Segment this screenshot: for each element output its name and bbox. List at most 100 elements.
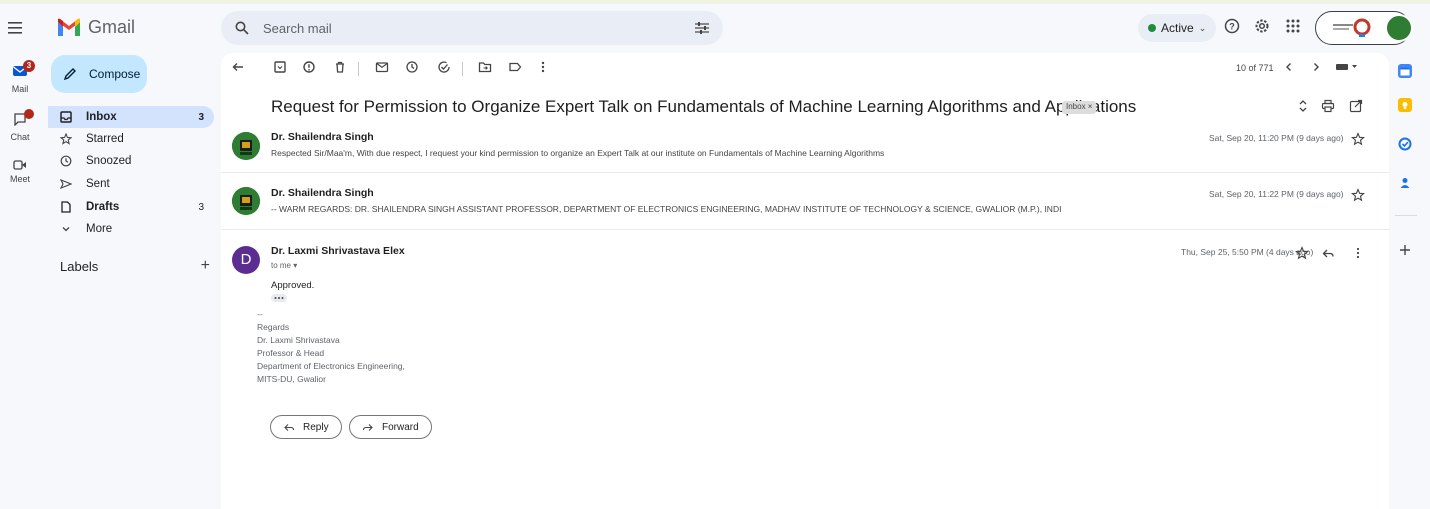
signature-line: MITS-DU, Gwalior [257,374,326,384]
status-label: Active [1161,21,1194,35]
input-tools-keyboard-icon[interactable] [1335,60,1361,76]
rail-meet[interactable]: Meet [0,157,40,184]
message-body: Approved. [271,280,315,291]
toolbar-divider [462,62,463,76]
status-selector[interactable]: Active ⌄ [1138,14,1217,42]
apps-grid-icon[interactable] [1285,18,1305,38]
inbox-label-chip[interactable]: Inbox × [1062,101,1097,114]
search-input[interactable] [263,20,681,36]
signature-line: -- [257,309,263,319]
settings-gear-icon[interactable] [1254,18,1274,38]
pagination-count: 10 of 771 [1236,63,1274,73]
search-options-icon[interactable] [695,22,709,34]
message-date: Thu, Sep 25, 5:50 PM (4 days ago) [1181,247,1314,257]
signature-line: Professor & Head [257,348,325,358]
snooze-clock-icon[interactable] [405,60,421,76]
move-to-folder-icon[interactable] [478,60,494,76]
message-snippet[interactable]: Respected Sir/Maa'm, With due respect, I… [271,148,884,158]
message-divider [221,229,1389,230]
nav-item-label: Inbox [86,111,117,123]
labels-heading: Labels [60,259,99,274]
nav-item-drafts[interactable]: Drafts 3 [48,196,214,218]
archive-icon[interactable] [273,60,289,76]
mail-unread-badge: 3 [23,60,35,72]
star-icon[interactable] [1351,132,1365,146]
forward-label: Forward [382,421,419,433]
chevron-down-icon: ⌄ [1198,22,1207,33]
message-date: Sat, Sep 20, 11:20 PM (9 days ago) [1209,133,1344,143]
send-icon [60,179,72,189]
search-bar[interactable] [221,11,723,45]
nav-item-sent[interactable]: Sent [48,173,214,195]
delete-trash-icon[interactable] [333,60,349,76]
gmail-m-icon [58,18,80,36]
nav-item-snoozed[interactable]: Snoozed [48,150,214,172]
institute-logo [1332,17,1378,39]
star-icon[interactable] [1351,188,1365,202]
rail-mail[interactable]: 3 Mail [0,60,40,94]
tasks-icon[interactable] [1398,137,1412,151]
newer-chevron-right-icon[interactable] [1309,60,1325,76]
add-label-icon[interactable]: + [201,258,210,274]
nav-item-inbox[interactable]: Inbox 3 [48,106,214,128]
sender-avatar[interactable]: D [232,246,260,274]
message-divider [221,172,1389,173]
get-addons-plus-icon[interactable] [1398,243,1412,257]
thread-subject: Request for Permission to Organize Exper… [271,97,1137,116]
nav-item-label: More [86,223,113,235]
signature-line: Regards [257,322,290,332]
nav-item-label: Drafts [86,201,120,213]
pencil-icon [63,68,76,81]
sender-avatar[interactable] [232,132,260,160]
message-sender[interactable]: Dr. Shailendra Singh [271,187,374,199]
help-icon[interactable]: ? [1224,18,1244,38]
star-icon[interactable] [1295,246,1309,260]
rail-chat[interactable]: Chat [0,109,40,142]
back-arrow-icon[interactable] [231,60,247,76]
expand-all-icon[interactable] [1298,99,1310,113]
calendar-icon[interactable] [1398,64,1412,78]
chat-alert-badge [24,109,34,119]
message-view [221,53,1389,509]
clock-icon [60,155,72,167]
message-date: Sat, Sep 20, 11:22 PM (9 days ago) [1209,189,1344,199]
inbox-icon [60,111,72,123]
more-options-icon[interactable] [536,60,552,76]
forward-button[interactable]: Forward [349,415,432,439]
keep-notes-icon[interactable] [1398,98,1412,112]
mark-unread-icon[interactable] [375,60,391,76]
message-sender[interactable]: Dr. Shailendra Singh [271,131,374,143]
nav-item-more[interactable]: More [48,218,214,240]
star-icon [60,133,72,145]
reply-arrow-icon [284,424,295,431]
labels-section: Labels + [60,258,210,275]
recipient-details[interactable]: to me ▾ [271,261,297,270]
sender-avatar[interactable] [232,187,260,215]
app-name: Gmail [88,17,136,37]
contacts-icon[interactable] [1398,176,1412,190]
rail-meet-label: Meet [9,174,30,184]
chevron-down-icon [62,227,70,232]
main-menu-icon[interactable] [8,22,28,40]
label-tag-icon[interactable] [508,60,524,76]
report-spam-icon[interactable] [302,60,318,76]
rail-mail-label: Mail [11,84,29,94]
show-trimmed-content-button[interactable] [271,294,287,302]
older-chevron-left-icon[interactable] [1282,60,1298,76]
print-icon[interactable] [1321,99,1335,113]
more-options-icon[interactable] [1351,246,1365,260]
signature-line: Dr. Laxmi Shrivastava [257,335,340,345]
forward-arrow-icon [362,424,373,431]
user-avatar[interactable] [1385,14,1413,42]
search-icon[interactable] [235,21,249,35]
gmail-logo[interactable]: Gmail [56,17,135,38]
reply-arrow-icon[interactable] [1321,246,1335,260]
reply-button[interactable]: Reply [270,415,342,439]
add-to-tasks-icon[interactable] [437,60,453,76]
compose-button[interactable]: Compose [51,55,147,93]
draft-icon [61,201,71,213]
message-snippet[interactable]: -- WARM REGARDS: DR. SHAILENDRA SINGH AS… [271,204,1061,214]
open-new-window-icon[interactable] [1349,99,1363,113]
message-sender[interactable]: Dr. Laxmi Shrivastava Elex [271,245,405,257]
nav-item-starred[interactable]: Starred [48,128,214,150]
